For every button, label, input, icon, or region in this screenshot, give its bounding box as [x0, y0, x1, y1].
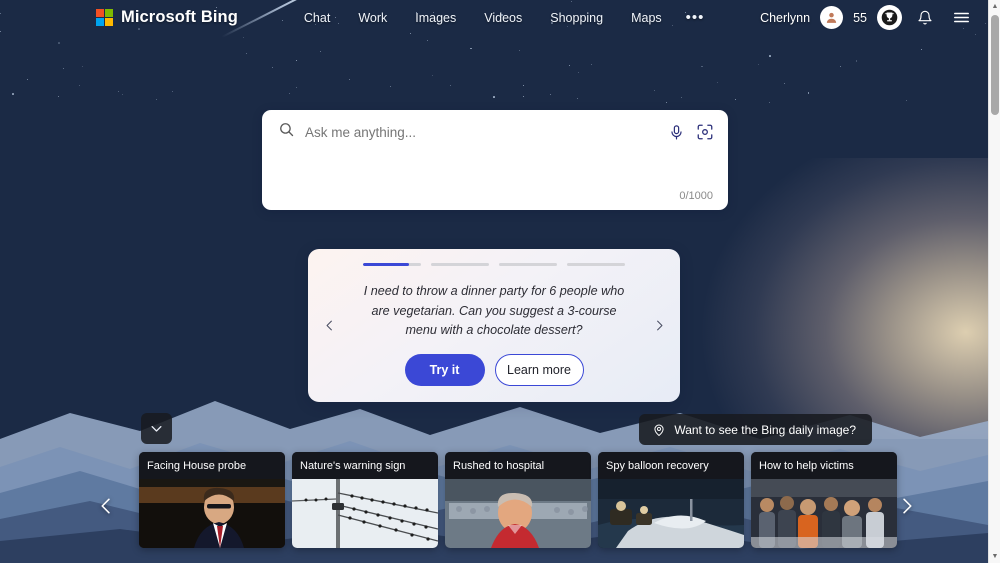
- chevron-right-icon: [656, 320, 662, 331]
- rewards-points: 55: [853, 10, 867, 25]
- suggestion-prompt-text: I need to throw a dinner party for 6 peo…: [363, 284, 625, 338]
- chevron-down-icon: [151, 426, 162, 432]
- news-card[interactable]: Nature's warning sign: [292, 452, 438, 548]
- user-name: Cherlynn: [760, 10, 811, 25]
- nav-more-overflow-icon[interactable]: •••: [676, 10, 715, 25]
- news-card-title: How to help victims: [751, 452, 897, 479]
- news-card-thumbnail: [751, 479, 897, 548]
- chevron-left-icon: [326, 320, 332, 331]
- carousel-progress-indicators: [363, 263, 625, 266]
- scroll-down-arrow-icon[interactable]: ▼: [989, 550, 1000, 563]
- news-card-thumbnail: [598, 479, 744, 548]
- news-card[interactable]: How to help victims: [751, 452, 897, 548]
- microphone-icon: [671, 124, 682, 139]
- news-card[interactable]: Rushed to hospital: [445, 452, 591, 548]
- search-box[interactable]: 0/1000: [262, 110, 728, 210]
- search-input[interactable]: [305, 124, 658, 140]
- news-card-title: Spy balloon recovery: [598, 452, 744, 479]
- bell-icon: [918, 10, 932, 25]
- bing-logo-link[interactable]: Microsoft Bing: [96, 8, 238, 27]
- nav-videos[interactable]: Videos: [470, 7, 536, 29]
- nav-shopping[interactable]: Shopping: [536, 7, 617, 29]
- brand-name: Microsoft Bing: [121, 8, 238, 26]
- visual-search-button[interactable]: [696, 123, 714, 141]
- news-card-title: Nature's warning sign: [292, 452, 438, 479]
- microsoft-logo-icon: [96, 9, 113, 26]
- daily-image-label: Want to see the Bing daily image?: [674, 422, 856, 437]
- bing-homepage: Microsoft Bing Chat Work Images Videos S…: [0, 0, 1000, 563]
- news-card[interactable]: Facing House probe: [139, 452, 285, 548]
- user-avatar-icon: [826, 12, 837, 23]
- nav-work[interactable]: Work: [344, 7, 401, 29]
- news-card-title: Rushed to hospital: [445, 452, 591, 479]
- news-next-button[interactable]: [890, 489, 924, 523]
- chevron-left-icon: [101, 498, 110, 514]
- visual-search-icon: [697, 124, 713, 140]
- news-card-title: Facing House probe: [139, 452, 285, 479]
- carousel-pip[interactable]: [431, 263, 489, 266]
- search-icon: [278, 121, 295, 143]
- carousel-prev-button[interactable]: [318, 311, 340, 341]
- carousel-pip[interactable]: [567, 263, 625, 266]
- suggestion-card-actions: Try it Learn more: [404, 353, 584, 386]
- main-nav: Chat Work Images Videos Shopping Maps ••…: [290, 7, 715, 29]
- news-card-thumbnail: [292, 479, 438, 548]
- header-right-actions: Cherlynn 55: [760, 5, 974, 31]
- search-box-row: [262, 110, 728, 154]
- expand-feed-button[interactable]: [141, 413, 172, 444]
- nav-maps[interactable]: Maps: [617, 7, 676, 29]
- try-it-button[interactable]: Try it: [404, 353, 485, 386]
- daily-image-prompt[interactable]: Want to see the Bing daily image?: [639, 414, 872, 445]
- avatar[interactable]: [820, 6, 844, 29]
- carousel-pip[interactable]: [499, 263, 557, 266]
- scrollbar-thumb[interactable]: [991, 15, 999, 115]
- carousel-next-button[interactable]: [648, 311, 670, 341]
- suggestion-carousel-card: I need to throw a dinner party for 6 peo…: [308, 249, 680, 402]
- notifications-button[interactable]: [912, 5, 938, 31]
- microphone-button[interactable]: [668, 124, 685, 141]
- learn-more-button[interactable]: Learn more: [494, 353, 584, 386]
- trophy-icon: [881, 9, 898, 26]
- scroll-up-arrow-icon[interactable]: ▲: [989, 0, 1000, 13]
- search-box-icons: [668, 123, 714, 141]
- nav-chat[interactable]: Chat: [290, 7, 344, 29]
- rewards-button[interactable]: [877, 5, 902, 30]
- carousel-pip[interactable]: [363, 263, 421, 266]
- chevron-right-icon: [903, 498, 912, 514]
- news-card-thumbnail: [139, 479, 285, 548]
- hamburger-menu-icon: [953, 12, 969, 23]
- character-counter: 0/1000: [679, 190, 713, 202]
- news-card-thumbnail: [445, 479, 591, 548]
- location-pin-icon: [654, 424, 664, 436]
- news-card[interactable]: Spy balloon recovery: [598, 452, 744, 548]
- top-navigation-bar: Microsoft Bing Chat Work Images Videos S…: [0, 0, 988, 35]
- hamburger-menu-button[interactable]: [948, 5, 974, 31]
- news-prev-button[interactable]: [89, 489, 123, 523]
- news-carousel: Facing House probe Nature's warning sign: [139, 452, 897, 548]
- nav-images[interactable]: Images: [401, 7, 470, 29]
- page-scrollbar[interactable]: ▲ ▼: [988, 0, 1000, 563]
